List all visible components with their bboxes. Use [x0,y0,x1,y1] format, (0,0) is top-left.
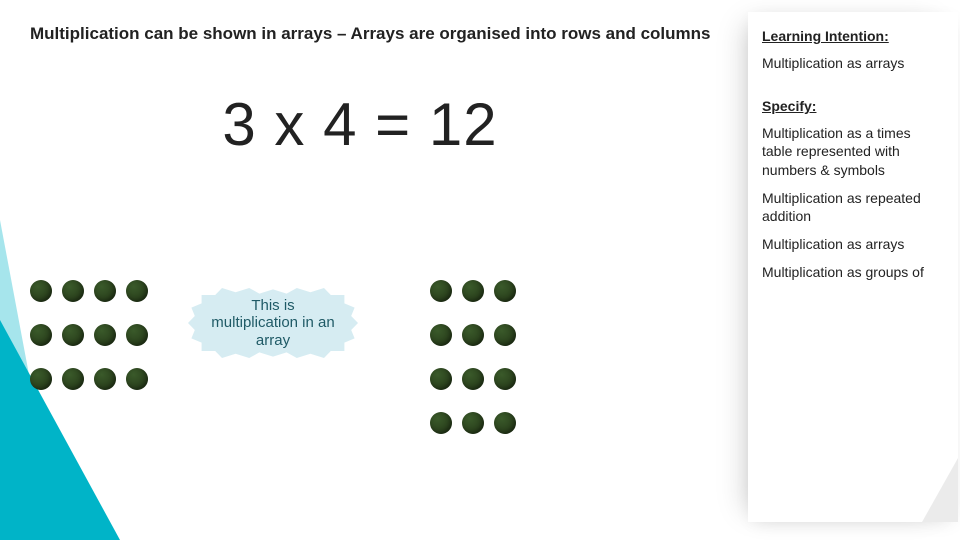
array-row [430,412,516,434]
sidebar-spec-item: Multiplication as repeated addition [762,189,944,225]
equation-text: 3 x 4 = 12 [160,90,560,159]
array-dot [430,368,452,390]
array-dot [126,368,148,390]
array-dot [494,324,516,346]
array-dot [462,412,484,434]
array-dot [430,412,452,434]
array-row [430,324,516,346]
array-dot [494,280,516,302]
array-dot [462,368,484,390]
array-dot [430,324,452,346]
sidebar-corner-shadow [922,458,958,522]
array-dot [94,280,116,302]
array-dot [94,324,116,346]
sidebar-li-title: Learning Intention: [762,28,944,44]
array-dot [62,368,84,390]
array-row [30,324,148,346]
array-dot [126,324,148,346]
array-dot [30,324,52,346]
sidebar-spec-item: Multiplication as arrays [762,235,944,253]
sidebar-spec-title: Specify: [762,98,944,114]
array-dot [430,280,452,302]
array-left [30,280,148,390]
sidebar: Learning Intention: Multiplication as ar… [748,12,958,522]
array-dot [494,368,516,390]
array-right [430,280,516,434]
array-dot [62,324,84,346]
sidebar-li-item: Multiplication as arrays [762,54,944,72]
page-title: Multiplication can be shown in arrays – … [30,24,720,44]
array-row [430,368,516,390]
array-dot [126,280,148,302]
array-row [430,280,516,302]
sidebar-spec-item: Multiplication as a times table represen… [762,124,944,179]
array-dot [462,280,484,302]
sidebar-spec-item: Multiplication as groups of [762,263,944,281]
callout-starburst: This is multiplication in an array [188,288,358,358]
array-dot [30,368,52,390]
array-row [30,368,148,390]
callout-text: This is multiplication in an array [188,297,358,349]
array-dot [30,280,52,302]
array-dot [94,368,116,390]
array-row [30,280,148,302]
array-dot [62,280,84,302]
array-dot [462,324,484,346]
array-dot [494,412,516,434]
slide: Multiplication can be shown in arrays – … [0,0,960,540]
